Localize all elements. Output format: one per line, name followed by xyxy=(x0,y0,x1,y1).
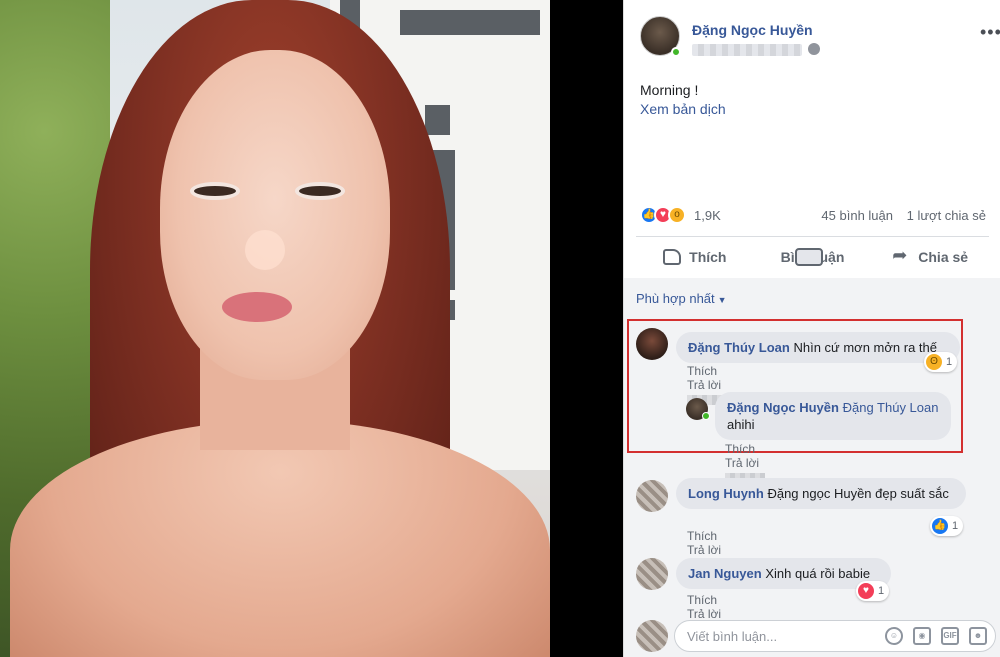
post-timestamp[interactable] xyxy=(692,44,802,56)
reply-bubble: Đặng Ngọc Huyền Đặng Thúy Loan ahihi xyxy=(715,392,951,440)
caret-down-icon: ▼ xyxy=(717,295,727,305)
like-button-label: Thích xyxy=(689,249,727,265)
comment-reply-link[interactable]: Trả lời xyxy=(687,378,721,392)
reply-like-link[interactable]: Thích xyxy=(725,442,755,456)
divider xyxy=(636,236,989,237)
commenter-name[interactable]: Đặng Thúy Loan xyxy=(688,340,790,355)
reply-text: ahihi xyxy=(727,417,755,432)
comment-composer: Viết bình luận... ☺ ◉ GIF ☻ xyxy=(624,615,1000,657)
comment-text: Nhìn cứ mơn mởn ra thế xyxy=(793,340,937,355)
post-header: Đặng Ngọc Huyền ••• xyxy=(640,16,1000,60)
globe-icon[interactable] xyxy=(808,43,820,55)
thumbs-up-icon xyxy=(663,249,682,265)
comment-reaction-count: 1 xyxy=(952,520,959,532)
reaction-count: 1,9K xyxy=(694,208,721,223)
share-button-label: Chia sẻ xyxy=(918,249,969,265)
comment-reply-link[interactable]: Trả lời xyxy=(687,543,721,557)
commenter-avatar[interactable] xyxy=(636,558,668,590)
photo-nose xyxy=(245,230,285,270)
photo-eye xyxy=(190,182,240,200)
online-status-icon xyxy=(671,47,681,57)
comment-text: Đặng ngọc Huyền đẹp suất sắc xyxy=(767,486,949,501)
commenter-name[interactable]: Jan Nguyen xyxy=(688,566,762,581)
photo-lips xyxy=(222,292,292,322)
see-translation-link[interactable]: Xem bản dịch xyxy=(640,101,726,117)
comment-reaction-count: 1 xyxy=(878,585,885,597)
like-button[interactable]: Thích xyxy=(636,238,754,276)
photo-window xyxy=(400,10,540,35)
sticker-icon[interactable]: ☻ xyxy=(969,627,987,645)
comments-section: Phù hợp nhất ▼ Đặng Thúy Loan Nhìn cứ mơn… xyxy=(624,278,1000,657)
share-icon xyxy=(892,245,910,266)
love-icon: ♥ xyxy=(858,583,874,599)
post-text: Morning ! xyxy=(640,82,699,98)
post-photo[interactable] xyxy=(0,0,550,657)
comment-reaction-badge[interactable]: 👍 1 xyxy=(930,516,964,536)
comment-like-link[interactable]: Thích xyxy=(687,364,717,378)
comment-reaction-badge[interactable]: ʘ 1 xyxy=(924,352,958,372)
comment-like-link[interactable]: Thích xyxy=(687,593,717,607)
comment-icon xyxy=(794,248,823,266)
photo-face xyxy=(160,50,390,380)
comment-reaction-badge[interactable]: ♥ 1 xyxy=(856,581,890,601)
current-user-avatar xyxy=(636,620,668,652)
comment-button[interactable]: Bình luận xyxy=(754,238,872,276)
comment-input-placeholder: Viết bình luận... xyxy=(687,629,778,644)
camera-icon[interactable]: ◉ xyxy=(913,627,931,645)
emoji-icon[interactable]: ☺ xyxy=(885,627,903,645)
comment-like-link[interactable]: Thích xyxy=(687,529,717,543)
post-action-bar: Thích Bình luận Chia sẻ xyxy=(636,238,989,276)
comment-reaction-count: 1 xyxy=(946,356,953,368)
share-button[interactable]: Chia sẻ xyxy=(871,238,989,276)
wow-icon: o xyxy=(668,206,686,224)
online-status-icon xyxy=(702,412,710,420)
like-icon: 👍 xyxy=(932,518,948,534)
photo-window xyxy=(425,105,450,135)
sort-label: Phù hợp nhất xyxy=(636,291,715,306)
gif-icon[interactable]: GIF xyxy=(941,627,959,645)
comment-sort-dropdown[interactable]: Phù hợp nhất ▼ xyxy=(636,291,727,306)
commenter-name[interactable]: Long Huynh xyxy=(688,486,764,501)
reply-reply-link[interactable]: Trả lời xyxy=(725,456,759,470)
reply-mention[interactable]: Đặng Thúy Loan xyxy=(843,400,939,415)
composer-icons: ☺ ◉ GIF ☻ xyxy=(885,627,987,645)
comment-bubble: Long Huynh Đặng ngọc Huyền đẹp suất sắc xyxy=(676,478,966,509)
comment-input[interactable]: Viết bình luận... ☺ ◉ GIF ☻ xyxy=(674,620,996,652)
shares-count-link[interactable]: 1 lượt chia sẻ xyxy=(907,208,986,223)
photo-eye xyxy=(295,182,345,200)
comment-bubble: Đặng Thúy Loan Nhìn cứ mơn mởn ra thế xyxy=(676,332,960,363)
author-name-link[interactable]: Đặng Ngọc Huyền xyxy=(692,22,813,38)
commenter-avatar[interactable] xyxy=(636,480,668,512)
more-options-icon[interactable]: ••• xyxy=(980,22,1000,43)
comment-text: Xinh quá rồi babie xyxy=(765,566,871,581)
post-sidebar: Đặng Ngọc Huyền ••• Morning ! Xem bản dị… xyxy=(623,0,1000,657)
post-stats: 45 bình luận 1 lượt chia sẻ xyxy=(811,208,986,223)
comments-count-link[interactable]: 45 bình luận xyxy=(821,208,893,223)
reply-author-name[interactable]: Đặng Ngọc Huyền xyxy=(727,400,839,415)
commenter-avatar[interactable] xyxy=(636,328,668,360)
photo-viewer xyxy=(0,0,623,657)
haha-icon: ʘ xyxy=(926,354,942,370)
